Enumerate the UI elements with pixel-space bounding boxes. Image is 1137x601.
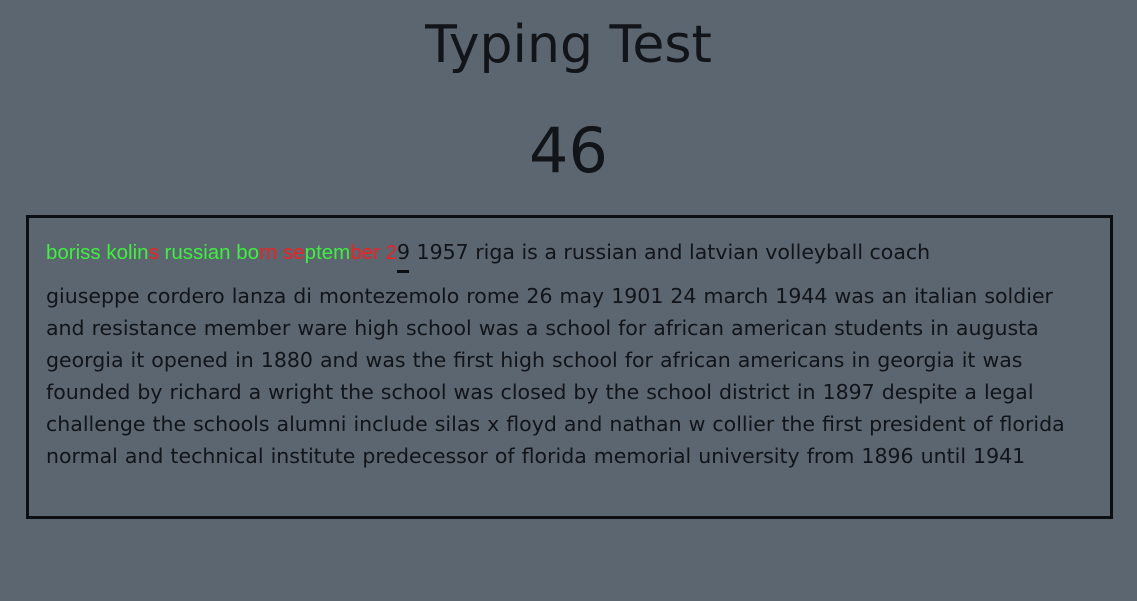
cursor-character: 9 (396, 240, 411, 273)
typing-text-area[interactable]: boriss kolins russian born september 29 … (26, 215, 1113, 519)
typed-wrong-segment: rn (259, 241, 278, 264)
typed-text: boriss kolins russian born september 2 (46, 240, 397, 264)
typed-correct-segment: boriss kolin (46, 241, 149, 264)
typed-wrong-segment: ber 2 (350, 241, 397, 264)
current-line: boriss kolins russian born september 29 … (46, 238, 931, 273)
page-title: Typing Test (425, 15, 712, 75)
typed-correct-segment: russian bo (158, 241, 260, 264)
untyped-line-remainder: 1957 riga is a russian and latvian volle… (410, 240, 931, 264)
typed-correct-segment: ptem (304, 241, 351, 264)
typed-wrong-segment: se (283, 241, 305, 264)
untyped-text: giuseppe cordero lanza di montezemolo ro… (46, 284, 1065, 468)
countdown-timer: 46 (529, 114, 608, 187)
typed-wrong-segment: s (148, 241, 159, 264)
